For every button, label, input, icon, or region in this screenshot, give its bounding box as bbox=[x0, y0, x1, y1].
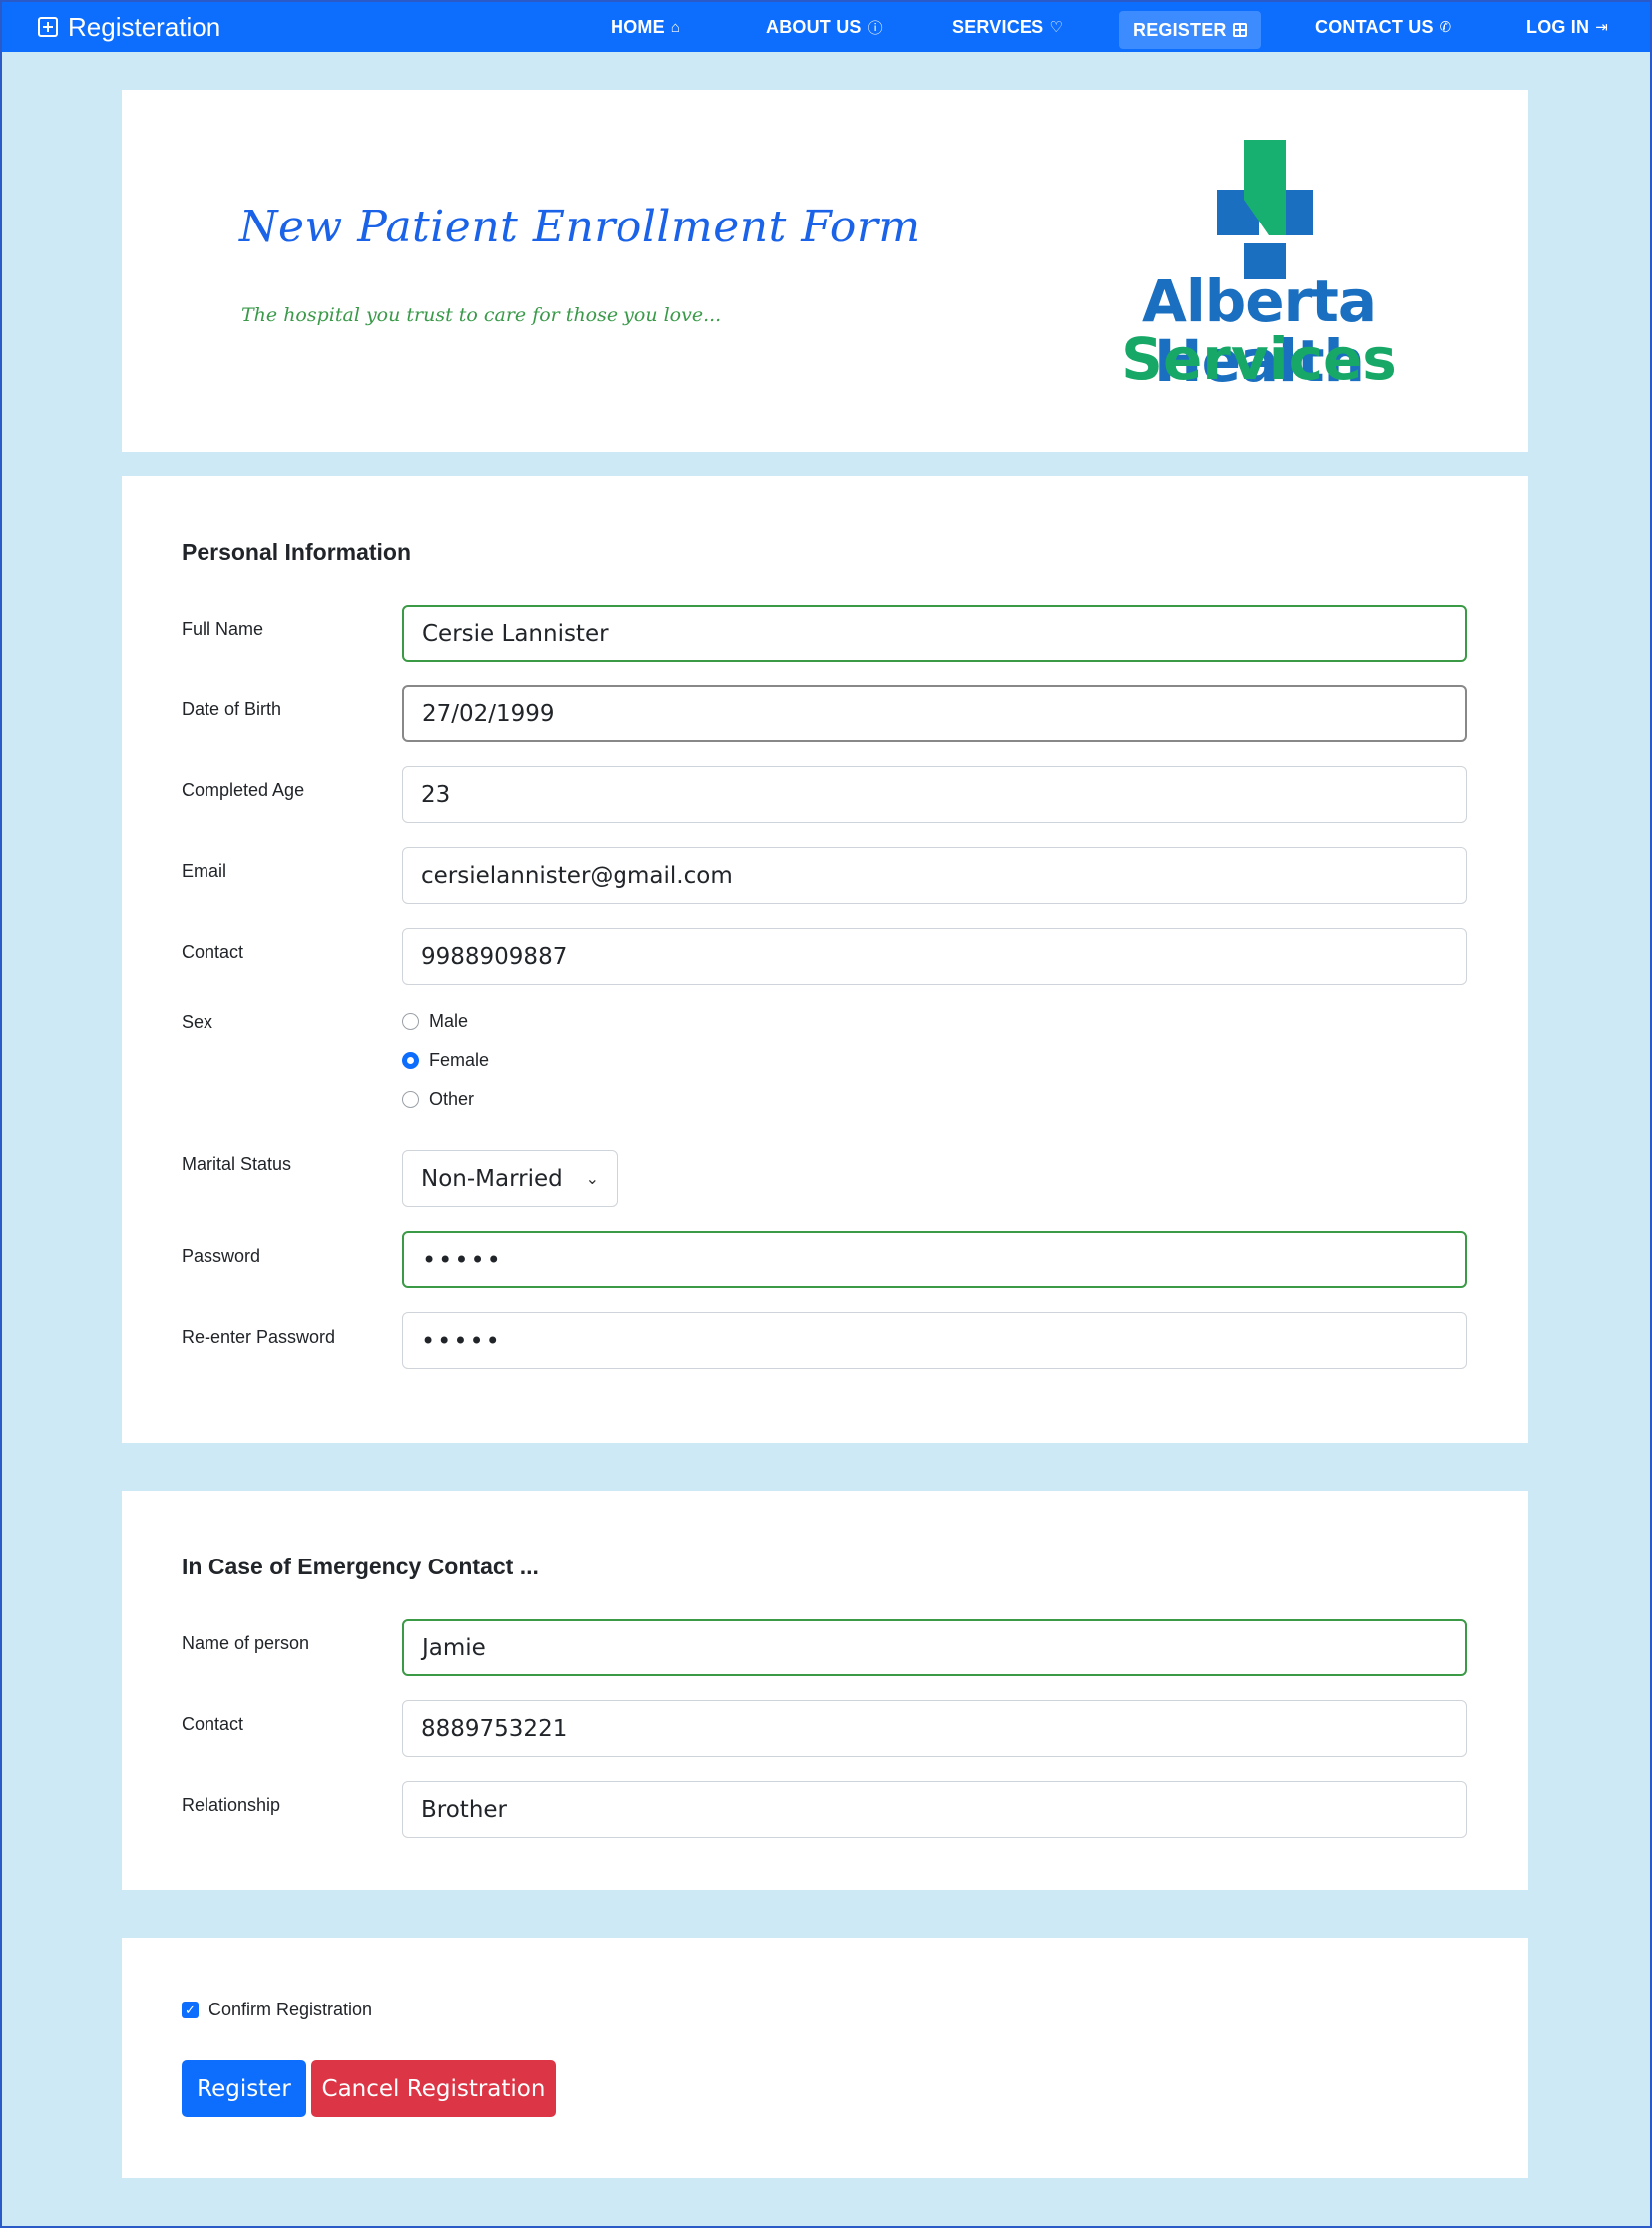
section-title-personal: Personal Information bbox=[182, 539, 412, 565]
radio-label: Female bbox=[429, 1050, 490, 1070]
chevron-down-icon: ⌄ bbox=[585, 1169, 599, 1188]
radio-button-checked[interactable] bbox=[402, 1052, 419, 1069]
nav-contact-label: CONTACT US bbox=[1315, 16, 1434, 37]
info-icon: ⓘ bbox=[867, 19, 883, 37]
heart-icon: ♡ bbox=[1049, 19, 1063, 36]
email-input[interactable]: cersielannister@gmail.com bbox=[402, 847, 1467, 904]
cross-logo-icon bbox=[1217, 140, 1313, 289]
nav-about[interactable]: ABOUT US ⓘ bbox=[766, 2, 883, 52]
radio-button[interactable] bbox=[402, 1091, 419, 1108]
confirm-label: Confirm Registration bbox=[208, 2000, 373, 2019]
page-frame: Registeration HOME ⌂ ABOUT US ⓘ SERVICES… bbox=[0, 0, 1652, 2228]
section-title-emergency: In Case of Emergency Contact ... bbox=[182, 1554, 539, 1579]
nav-login[interactable]: LOG IN ⇥ bbox=[1526, 2, 1608, 52]
radio-label: Male bbox=[429, 1011, 469, 1031]
full-name-input[interactable]: Cersie Lannister bbox=[402, 605, 1467, 662]
nav-login-label: LOG IN bbox=[1526, 16, 1590, 37]
top-navbar: Registeration HOME ⌂ ABOUT US ⓘ SERVICES… bbox=[2, 2, 1650, 52]
relationship-input[interactable]: Brother bbox=[402, 1781, 1467, 1838]
contact-input[interactable]: 9988909887 bbox=[402, 928, 1467, 985]
home-icon: ⌂ bbox=[670, 18, 681, 36]
sex-radio-other[interactable]: Other bbox=[402, 1089, 474, 1110]
marital-status-value: Non-Married bbox=[421, 1165, 563, 1192]
emergency-contact-label: Contact bbox=[182, 1714, 244, 1734]
email-label: Email bbox=[182, 861, 227, 881]
nav-services-label: SERVICES bbox=[952, 16, 1044, 37]
brand[interactable]: Registeration bbox=[38, 2, 220, 52]
nav-about-label: ABOUT US bbox=[766, 16, 862, 37]
cancel-registration-button[interactable]: Cancel Registration bbox=[311, 2060, 556, 2117]
password-label: Password bbox=[182, 1246, 261, 1266]
personal-info-card: Personal Information Full Name Cersie La… bbox=[122, 476, 1528, 1443]
sex-radio-male[interactable]: Male bbox=[402, 1011, 468, 1032]
nav-register-label: REGISTER bbox=[1133, 19, 1227, 40]
radio-button[interactable] bbox=[402, 1013, 419, 1030]
plus-square-icon bbox=[1232, 23, 1247, 37]
relationship-label: Relationship bbox=[182, 1795, 281, 1815]
tagline: The hospital you trust to care for those… bbox=[241, 304, 722, 326]
emergency-contact-card: In Case of Emergency Contact ... Name of… bbox=[122, 1491, 1528, 1890]
password-confirm-input[interactable]: ••••• bbox=[402, 1312, 1467, 1369]
contact-label: Contact bbox=[182, 942, 244, 962]
check-icon[interactable]: ✓ bbox=[182, 2002, 199, 2018]
age-input[interactable]: 23 bbox=[402, 766, 1467, 823]
radio-label: Other bbox=[429, 1089, 475, 1109]
password-input[interactable]: ••••• bbox=[402, 1231, 1467, 1288]
nav-services[interactable]: SERVICES ♡ bbox=[952, 2, 1063, 52]
alberta-health-logo: Alberta Health Services bbox=[1094, 140, 1424, 409]
full-name-label: Full Name bbox=[182, 619, 264, 639]
emergency-name-label: Name of person bbox=[182, 1633, 310, 1653]
page-title: New Patient Enrollment Form bbox=[239, 202, 921, 252]
nav-home[interactable]: HOME ⌂ bbox=[611, 2, 680, 52]
phone-icon: ✆ bbox=[1439, 19, 1452, 36]
header-card: New Patient Enrollment Form The hospital… bbox=[122, 90, 1528, 452]
register-button[interactable]: Register bbox=[182, 2060, 306, 2117]
sex-radio-female[interactable]: Female bbox=[402, 1050, 489, 1071]
plus-square-icon bbox=[38, 17, 58, 37]
password2-label: Re-enter Password bbox=[182, 1327, 336, 1347]
login-icon: ⇥ bbox=[1595, 19, 1608, 36]
dob-input[interactable]: 27/02/1999 bbox=[402, 685, 1467, 742]
nav-contact[interactable]: CONTACT US ✆ bbox=[1315, 2, 1451, 52]
confirm-card: ✓ Confirm Registration Register Cancel R… bbox=[122, 1938, 1528, 2178]
marital-label: Marital Status bbox=[182, 1154, 292, 1174]
age-label: Completed Age bbox=[182, 780, 305, 800]
sex-label: Sex bbox=[182, 1012, 213, 1032]
confirm-checkbox[interactable]: ✓ Confirm Registration bbox=[182, 2000, 372, 2020]
emergency-contact-input[interactable]: 8889753221 bbox=[402, 1700, 1467, 1757]
nav-register[interactable]: REGISTER bbox=[1119, 11, 1261, 49]
logo-line2: Services bbox=[1121, 325, 1397, 393]
dob-label: Date of Birth bbox=[182, 699, 282, 719]
brand-label: Registeration bbox=[68, 11, 221, 42]
marital-status-select[interactable]: Non-Married ⌄ bbox=[402, 1150, 618, 1207]
emergency-name-input[interactable]: Jamie bbox=[402, 1619, 1467, 1676]
nav-home-label: HOME bbox=[611, 16, 665, 37]
